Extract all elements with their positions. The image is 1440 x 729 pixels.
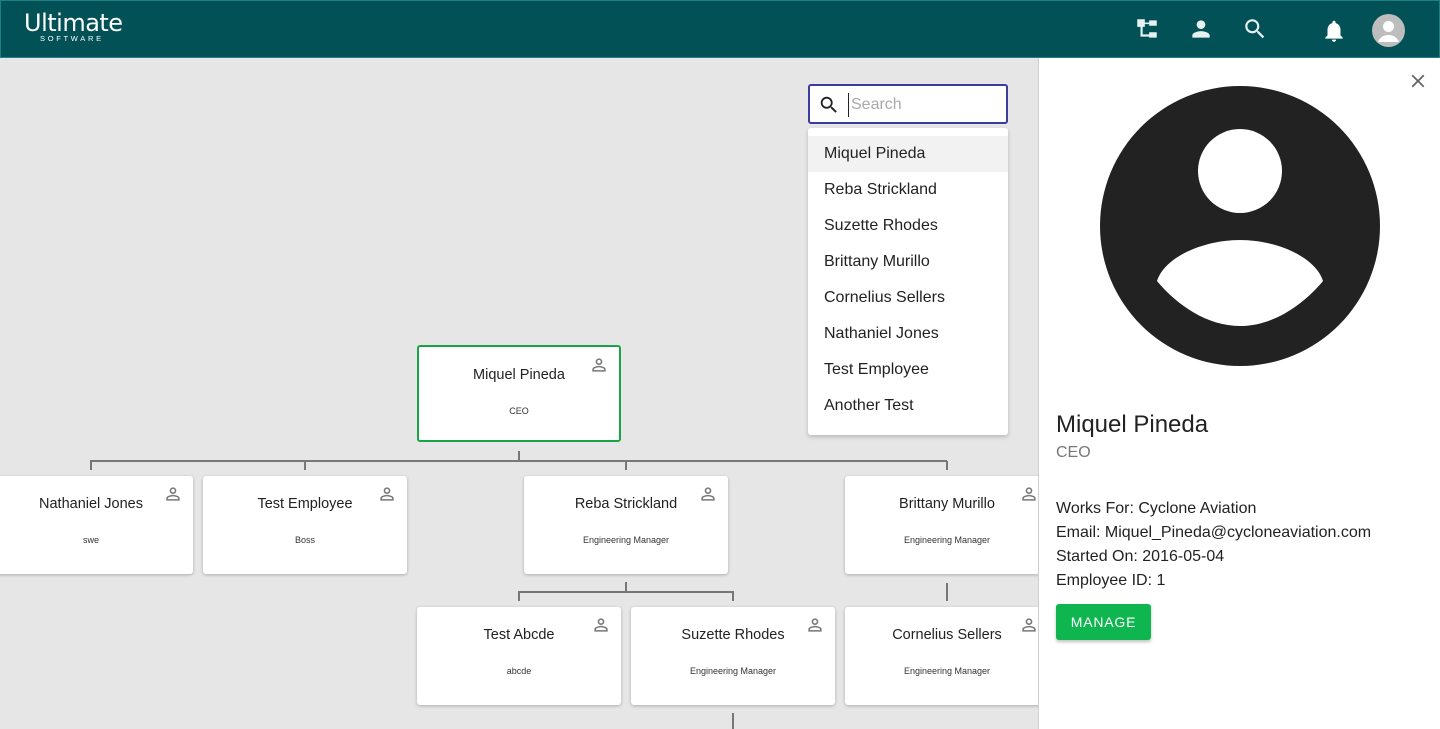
suggestion-item[interactable]: Brittany Murillo — [808, 244, 1008, 280]
node-title: abcde — [506, 666, 532, 676]
suggestion-item[interactable]: Suzette Rhodes — [808, 208, 1008, 244]
node-title: CEO — [509, 406, 529, 416]
person-outline-icon[interactable] — [377, 484, 397, 504]
org-node[interactable]: Nathaniel Jones swe — [0, 476, 193, 574]
employee-detail-panel: Miquel Pineda CEO Works For: Cyclone Avi… — [1038, 58, 1440, 729]
account-avatar-button[interactable] — [1372, 14, 1405, 47]
search-icon[interactable] — [1242, 16, 1268, 42]
suggestion-item[interactable]: Test Employee — [808, 352, 1008, 388]
node-name: Cornelius Sellers — [892, 627, 1002, 643]
node-title: Engineering Manager — [582, 535, 670, 545]
search-input[interactable] — [848, 93, 998, 117]
org-node[interactable]: Cornelius Sellers Engineering Manager — [845, 607, 1038, 705]
person-outline-icon[interactable] — [591, 615, 611, 635]
close-icon[interactable] — [1407, 70, 1429, 92]
person-outline-icon[interactable] — [1019, 615, 1038, 635]
email-text: Email: Miquel_Pineda@cycloneaviation.com — [1056, 524, 1372, 541]
person-icon[interactable] — [1188, 16, 1214, 42]
node-name: Brittany Murillo — [899, 496, 995, 512]
org-node[interactable]: Test Abcde abcde — [417, 607, 621, 705]
suggestion-item[interactable]: Cornelius Sellers — [808, 280, 1008, 316]
manage-button[interactable]: MANAGE — [1056, 604, 1151, 640]
suggestion-item[interactable]: Another Test — [808, 388, 1008, 424]
org-node[interactable]: Test Employee Boss — [203, 476, 407, 574]
node-title: Engineering Manager — [903, 666, 991, 676]
search-suggestions: Miquel Pineda Reba Strickland Suzette Rh… — [808, 128, 1008, 435]
org-node[interactable]: Reba Strickland Engineering Manager — [524, 476, 728, 574]
person-outline-icon[interactable] — [163, 484, 183, 504]
org-node[interactable]: Brittany Murillo Engineering Manager — [845, 476, 1038, 574]
node-title: Boss — [294, 535, 315, 545]
node-title: Engineering Manager — [903, 535, 991, 545]
person-outline-icon[interactable] — [1019, 484, 1038, 504]
org-node-root[interactable]: Miquel Pineda CEO — [417, 345, 621, 442]
works-for-text: Works For: Cyclone Aviation — [1056, 500, 1257, 517]
node-title: Engineering Manager — [689, 666, 777, 676]
node-title: swe — [82, 535, 99, 545]
employee-id-text: Employee ID: 1 — [1056, 572, 1166, 589]
suggestion-item[interactable]: Reba Strickland — [808, 172, 1008, 208]
suggestion-item[interactable]: Miquel Pineda — [808, 136, 1008, 172]
notifications-icon[interactable] — [1321, 18, 1347, 44]
person-outline-icon[interactable] — [805, 615, 825, 635]
ultimate-software-logo[interactable]: Ultimate SOFTWARE — [24, 11, 123, 43]
user-avatar-icon — [1378, 21, 1399, 42]
employee-name: Miquel Pineda — [1056, 411, 1209, 438]
person-outline-icon[interactable] — [698, 484, 718, 504]
org-node[interactable]: Suzette Rhodes Engineering Manager — [631, 607, 835, 705]
org-chart-icon[interactable] — [1134, 16, 1160, 42]
search-icon — [818, 94, 840, 116]
employee-title: CEO — [1056, 444, 1091, 461]
search-field[interactable] — [808, 84, 1008, 124]
employee-avatar-icon — [1099, 85, 1381, 367]
org-chart-canvas[interactable]: Miquel Pineda CEO Nathaniel Jones swe Te… — [0, 58, 1038, 729]
suggestion-item[interactable]: Nathaniel Jones — [808, 316, 1008, 352]
logo-wordmark: Ultimate — [24, 9, 123, 37]
person-outline-icon[interactable] — [589, 355, 609, 375]
app-header: Ultimate SOFTWARE — [0, 0, 1440, 58]
start-date-text: Started On: 2016-05-04 — [1056, 548, 1225, 565]
